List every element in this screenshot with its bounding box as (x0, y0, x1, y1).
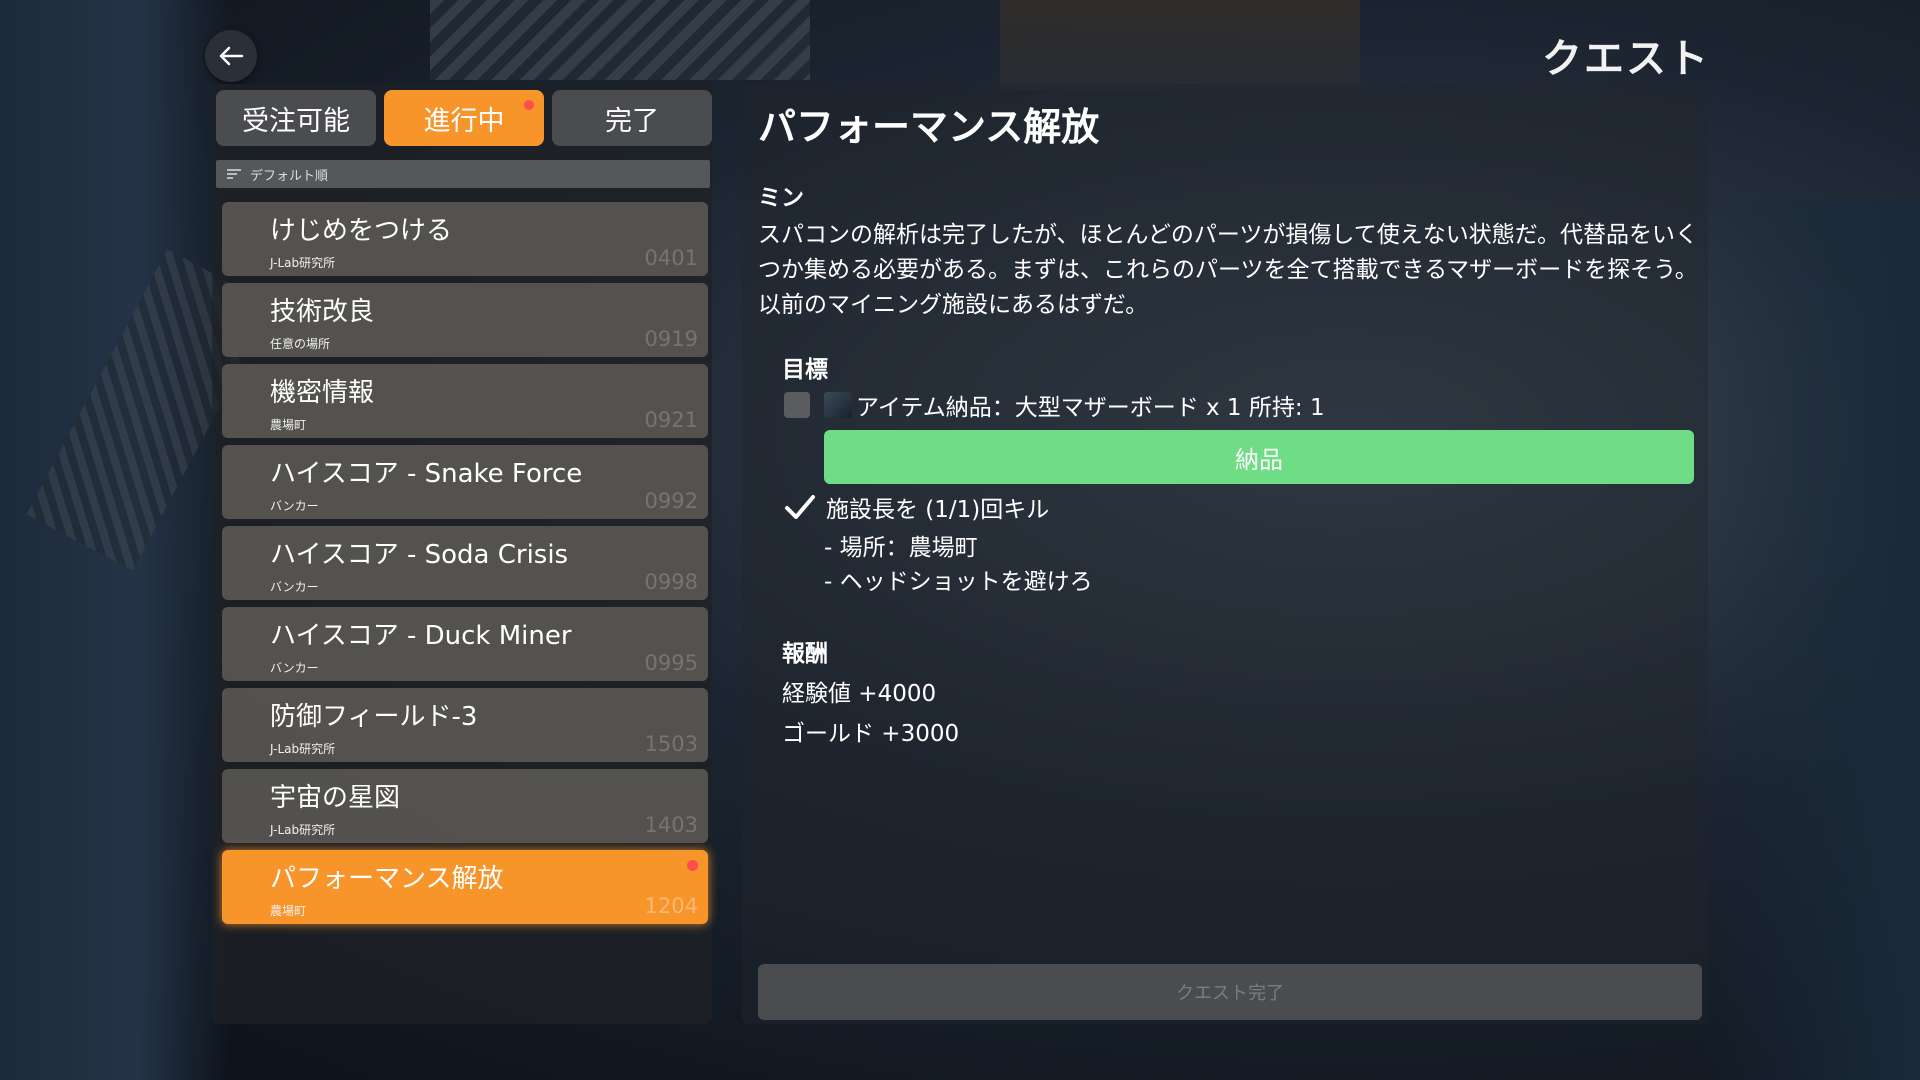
objective-detail-location: - 場所：農場町 (824, 535, 978, 561)
objective-checkbox (784, 392, 810, 418)
tab-in-progress[interactable]: 進行中 (384, 90, 544, 146)
objective-kill: 施設長を (1/1)回キル (784, 490, 1049, 524)
quest-location: 農場町 (270, 904, 307, 918)
quest-location: バンカー (270, 661, 319, 675)
quest-description: スパコンの解析は完了したが、ほとんどのパーツが損傷して使えない状態だ。代替品をい… (758, 222, 1699, 318)
quest-number: 1204 (644, 894, 698, 918)
reward-exp: 経験値 +4000 (782, 681, 937, 707)
quest-location: J-Lab研究所 (270, 823, 336, 837)
reward-gold: ゴールド +3000 (782, 721, 960, 747)
quest-list-item[interactable]: ハイスコア - Soda Crisis バンカー 0998 (222, 526, 708, 600)
objective-text: 施設長を (1/1)回キル (826, 497, 1050, 523)
back-button[interactable] (205, 30, 257, 82)
quest-list-item[interactable]: けじめをつける J-Lab研究所 0401 (222, 202, 708, 276)
quest-number: 1503 (644, 732, 698, 756)
notification-dot (524, 100, 534, 110)
quest-list-item[interactable]: ハイスコア - Duck Miner バンカー 0995 (222, 607, 708, 681)
tab-in-progress-label: 進行中 (423, 105, 505, 137)
quest-location: J-Lab研究所 (270, 256, 336, 270)
quest-list-item[interactable]: ハイスコア - Snake Force バンカー 0992 (222, 445, 708, 519)
quest-title: ハイスコア - Snake Force (270, 459, 583, 489)
quest-title: 技術改良 (270, 297, 375, 327)
sort-icon (227, 169, 241, 179)
quest-detail-title: パフォーマンス解放 (758, 105, 1100, 149)
complete-quest-button[interactable]: クエスト完了 (758, 964, 1702, 1020)
quest-number: 0992 (644, 489, 698, 513)
quest-title: けじめをつける (270, 216, 453, 246)
quest-number: 0998 (644, 570, 698, 594)
quest-location: 農場町 (270, 418, 307, 432)
quest-location: バンカー (270, 580, 319, 594)
quest-title: ハイスコア - Duck Miner (270, 621, 572, 651)
quest-tabs: 受注可能 進行中 完了 (216, 90, 712, 146)
quest-location: バンカー (270, 499, 319, 513)
deliver-button[interactable]: 納品 (824, 430, 1694, 484)
sort-dropdown[interactable]: デフォルト順 (216, 160, 710, 188)
objective-detail-condition: - ヘッドショットを避けろ (824, 569, 1093, 595)
quest-title: ハイスコア - Soda Crisis (270, 540, 569, 570)
arrow-left-icon (219, 46, 244, 66)
quest-title: 防御フィールド-3 (270, 702, 478, 732)
quest-list-item[interactable]: 機密情報 農場町 0921 (222, 364, 708, 438)
quest-list-panel: 受注可能 進行中 完了 デフォルト順 けじめをつける J-Lab研究所 0401… (212, 84, 712, 1024)
quest-location: 任意の場所 (270, 337, 331, 351)
objective-deliver-item: アイテム納品：大型マザーボード x 1 所持: 1 (784, 388, 1325, 422)
quest-title: パフォーマンス解放 (270, 864, 504, 894)
quest-list-item-selected[interactable]: パフォーマンス解放 農場町 1204 (222, 850, 708, 924)
objectives-heading: 目標 (782, 357, 828, 383)
notification-dot (687, 860, 698, 871)
quest-list: けじめをつける J-Lab研究所 0401 技術改良 任意の場所 0919 機密… (222, 202, 708, 931)
rewards-heading: 報酬 (782, 641, 828, 667)
tab-available[interactable]: 受注可能 (216, 90, 376, 146)
quest-number: 1403 (644, 813, 698, 837)
quest-location: J-Lab研究所 (270, 742, 336, 756)
quest-number: 0995 (644, 651, 698, 675)
quest-number: 0919 (644, 327, 698, 351)
quest-detail-panel: パフォーマンス解放 ミン スパコンの解析は完了したが、ほとんどのパーツが損傷して… (742, 84, 1708, 1024)
sort-label: デフォルト順 (250, 168, 329, 184)
quest-title: 宇宙の星図 (270, 783, 401, 813)
quest-number: 0401 (644, 246, 698, 270)
quest-list-item[interactable]: 宇宙の星図 J-Lab研究所 1403 (222, 769, 708, 843)
checkmark-icon (785, 495, 815, 519)
quest-number: 0921 (644, 408, 698, 432)
quest-list-item[interactable]: 技術改良 任意の場所 0919 (222, 283, 708, 357)
tab-completed[interactable]: 完了 (552, 90, 712, 146)
quest-list-item[interactable]: 防御フィールド-3 J-Lab研究所 1503 (222, 688, 708, 762)
motherboard-item-icon (824, 392, 852, 418)
objective-text: アイテム納品：大型マザーボード x 1 所持: 1 (856, 395, 1325, 421)
screen-title: クエスト (1542, 36, 1710, 82)
quest-title: 機密情報 (270, 378, 375, 408)
quest-giver: ミン (758, 185, 804, 211)
